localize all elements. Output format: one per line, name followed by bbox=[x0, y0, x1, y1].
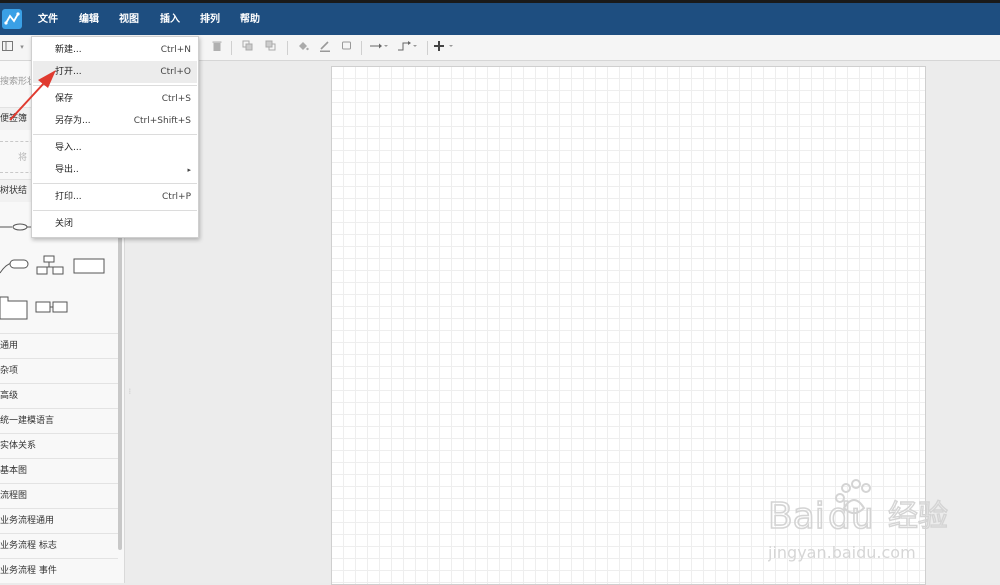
menu-file[interactable]: 文件 bbox=[38, 11, 58, 29]
svg-text:Bai: Bai bbox=[768, 496, 825, 537]
chevron-down-icon[interactable]: ▾ bbox=[15, 40, 29, 54]
fill-color-icon[interactable] bbox=[296, 40, 310, 54]
toolbar-separator bbox=[361, 41, 362, 55]
shape-tree-link[interactable] bbox=[0, 223, 34, 231]
waypoints-icon[interactable] bbox=[397, 40, 419, 54]
menu-item-label: 导入... bbox=[55, 143, 82, 153]
category-uml[interactable]: 统一建模语言 bbox=[0, 408, 118, 433]
svg-text:jingyan.baidu.com: jingyan.baidu.com bbox=[768, 543, 916, 562]
menu-item-label: 新建... bbox=[55, 45, 82, 55]
connection-style-icon[interactable] bbox=[369, 40, 389, 54]
menu-item-shortcut: Ctrl+S bbox=[161, 94, 191, 104]
category-flowchart[interactable]: 流程图 bbox=[0, 483, 118, 508]
menu-item-save[interactable]: 保存 Ctrl+S bbox=[33, 88, 197, 110]
menu-item-print[interactable]: 打印... Ctrl+P bbox=[33, 186, 197, 208]
menu-item-shortcut: Ctrl+Shift+S bbox=[133, 116, 191, 126]
to-front-icon[interactable] bbox=[241, 40, 255, 54]
category-entity-relation[interactable]: 实体关系 bbox=[0, 433, 118, 458]
baidu-watermark: Bai du 经验 jingyan.baidu.com bbox=[767, 478, 968, 568]
menu-insert[interactable]: 插入 bbox=[160, 11, 180, 29]
category-advanced[interactable]: 高级 bbox=[0, 383, 118, 408]
menu-item-shortcut: Ctrl+P bbox=[162, 192, 191, 202]
toolbar-separator bbox=[287, 41, 288, 55]
menu-item-shortcut: Ctrl+O bbox=[160, 67, 191, 77]
menu-view[interactable]: 视图 bbox=[119, 11, 139, 29]
menu-item-label: 关闭 bbox=[55, 219, 74, 229]
submenu-arrow-icon: ▸ bbox=[187, 166, 191, 174]
menu-item-new[interactable]: 新建... Ctrl+N bbox=[33, 39, 197, 61]
category-bpmn-events[interactable]: 业务流程 事件 bbox=[0, 558, 118, 583]
category-misc[interactable]: 杂项 bbox=[0, 358, 118, 383]
menu-arrange[interactable]: 排列 bbox=[200, 11, 220, 29]
shadow-icon[interactable] bbox=[340, 40, 354, 54]
svg-text:du: du bbox=[828, 496, 874, 537]
menu-help[interactable]: 帮助 bbox=[240, 11, 260, 29]
menu-edit[interactable]: 编辑 bbox=[79, 11, 99, 29]
shape-tree-connector[interactable] bbox=[35, 301, 68, 313]
shape-container[interactable] bbox=[0, 296, 28, 320]
baidu-logo-icon: Bai du 经验 jingyan.baidu.com bbox=[767, 479, 949, 562]
view-layout-icon[interactable] bbox=[1, 40, 15, 54]
menu-separator bbox=[33, 183, 197, 184]
shape-org-chart[interactable] bbox=[36, 255, 64, 275]
menu-separator bbox=[33, 210, 197, 211]
toolbar-separator bbox=[427, 41, 428, 55]
menu-item-shortcut: Ctrl+N bbox=[160, 45, 191, 55]
shape-tree-branch[interactable] bbox=[0, 259, 29, 274]
logo-icon bbox=[4, 12, 20, 25]
menu-item-import[interactable]: 导入... bbox=[33, 137, 197, 159]
line-color-icon[interactable] bbox=[318, 40, 332, 54]
category-general[interactable]: 通用 bbox=[0, 333, 118, 358]
menu-item-open[interactable]: 打开... Ctrl+O bbox=[33, 61, 197, 83]
app-logo[interactable] bbox=[2, 9, 22, 29]
menu-item-label: 保存 bbox=[55, 94, 74, 104]
insert-plus-icon[interactable] bbox=[434, 40, 458, 54]
category-basic[interactable]: 基本图 bbox=[0, 458, 118, 483]
to-back-icon[interactable] bbox=[264, 40, 278, 54]
menu-item-close[interactable]: 关闭 bbox=[33, 213, 197, 235]
menu-bar: 文件 编辑 视图 插入 排列 帮助 bbox=[0, 3, 1000, 35]
shape-tree-root[interactable] bbox=[73, 258, 105, 274]
menu-item-save-as[interactable]: 另存为... Ctrl+Shift+S bbox=[33, 110, 197, 132]
menu-item-export[interactable]: 导出.. ▸ bbox=[33, 159, 197, 181]
menu-item-label: 打开... bbox=[55, 67, 82, 77]
menu-item-label: 另存为... bbox=[55, 116, 91, 126]
menu-separator bbox=[33, 85, 197, 86]
category-bpmn-general[interactable]: 业务流程通用 bbox=[0, 508, 118, 533]
menu-item-label: 打印... bbox=[55, 192, 82, 202]
category-bpmn-gateways[interactable]: 业务流程 标志 bbox=[0, 533, 118, 558]
menu-item-label: 导出.. bbox=[55, 165, 79, 175]
dropzone-hint: 将 bbox=[18, 153, 28, 163]
splitter-handle[interactable]: ⋮ bbox=[127, 388, 133, 395]
svg-text:经验: 经验 bbox=[888, 499, 948, 534]
menu-separator bbox=[33, 134, 197, 135]
delete-icon[interactable] bbox=[210, 40, 224, 54]
file-menu-dropdown: 新建... Ctrl+N 打开... Ctrl+O 保存 Ctrl+S 另存为.… bbox=[31, 36, 199, 238]
toolbar-separator bbox=[231, 41, 232, 55]
